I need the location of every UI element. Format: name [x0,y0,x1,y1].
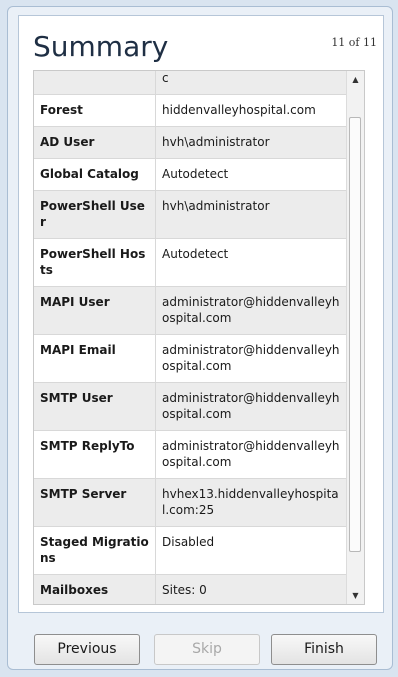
row-key: AD User [34,126,156,159]
row-key: PowerShell User [34,190,156,239]
page-indicator: 11 of 11 [331,36,377,49]
row-key: MAPI Email [34,334,156,383]
row-value: c [155,71,347,95]
row-key: Staged Migrations [34,526,156,575]
row-key: MAPI User [34,286,156,335]
scrollbar-thumb[interactable] [349,117,361,552]
row-key: PowerShell Hosts [34,238,156,287]
row-key: SMTP User [34,382,156,431]
table-row: MAPI User administrator@hiddenvalleyhosp… [34,286,347,335]
wizard-window: Summary 11 of 11 c Forest hiddenvalleyho… [7,6,393,670]
row-value: Sites: 0 [155,574,347,604]
previous-button[interactable]: Previous [34,634,140,665]
row-value: Autodetect [155,158,347,191]
table-row: Staged Migrations Disabled [34,526,347,575]
table-row: PowerShell User hvh\administrator [34,190,347,239]
row-value: administrator@hiddenvalleyhospital.com [155,334,347,383]
vertical-scrollbar[interactable]: ▲ ▼ [346,71,364,604]
row-key [34,71,156,95]
row-value: Autodetect [155,238,347,287]
scroll-down-arrow-icon[interactable]: ▼ [347,587,364,604]
table-row: SMTP Server hvhex13.hiddenvalleyhospital… [34,478,347,527]
row-value: administrator@hiddenvalleyhospital.com [155,382,347,431]
row-value: hvh\administrator [155,126,347,159]
row-value: administrator@hiddenvalleyhospital.com [155,286,347,335]
row-value: Disabled [155,526,347,575]
row-value: hiddenvalleyhospital.com [155,94,347,127]
row-key: Global Catalog [34,158,156,191]
table-row: MAPI Email administrator@hiddenvalleyhos… [34,334,347,383]
skip-button[interactable]: Skip [154,634,260,665]
table-row: c [34,71,347,95]
summary-list[interactable]: c Forest hiddenvalleyhospital.com AD Use… [33,70,365,605]
row-key: Mailboxes [34,574,156,604]
table-row: Forest hiddenvalleyhospital.com [34,94,347,127]
row-key: Forest [34,94,156,127]
table-row: Global Catalog Autodetect [34,158,347,191]
row-key: SMTP ReplyTo [34,430,156,479]
finish-button[interactable]: Finish [271,634,377,665]
table-row: PowerShell Hosts Autodetect [34,238,347,287]
row-value: administrator@hiddenvalleyhospital.com [155,430,347,479]
summary-table: c Forest hiddenvalleyhospital.com AD Use… [34,71,347,604]
table-row: SMTP User administrator@hiddenvalleyhosp… [34,382,347,431]
table-row: AD User hvh\administrator [34,126,347,159]
table-row: Mailboxes Sites: 0 [34,574,347,604]
row-value: hvh\administrator [155,190,347,239]
table-row: SMTP ReplyTo administrator@hiddenvalleyh… [34,430,347,479]
row-value: hvhex13.hiddenvalleyhospital.com:25 [155,478,347,527]
scroll-up-arrow-icon[interactable]: ▲ [347,71,364,88]
page-title: Summary [33,30,169,63]
row-key: SMTP Server [34,478,156,527]
